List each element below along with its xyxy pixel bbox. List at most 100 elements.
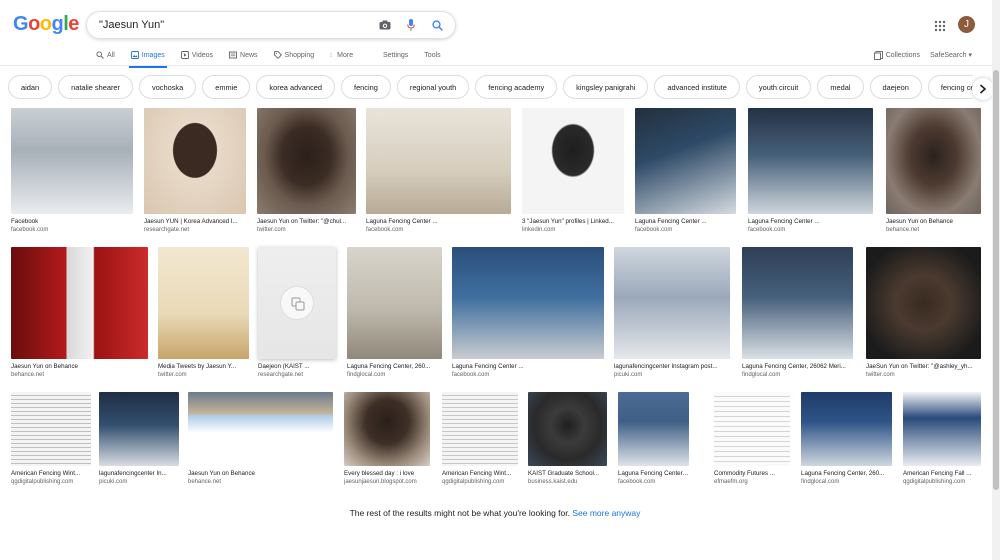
tools-link[interactable]: Tools — [424, 52, 440, 59]
page-scrollbar[interactable] — [992, 0, 1000, 560]
result-title[interactable]: Laguna Fencing Center, 260... — [801, 470, 892, 478]
related-chip[interactable]: vochoska — [139, 75, 197, 99]
result-thumbnail[interactable] — [144, 108, 246, 214]
result-title[interactable]: lagunafencingcenter Instagram post... — [614, 363, 730, 371]
scrollbar-thumb[interactable] — [993, 70, 999, 490]
related-chip[interactable]: regional youth — [396, 75, 470, 99]
result-thumbnail[interactable] — [347, 247, 442, 359]
result-title[interactable]: Jaesun YUN | Korea Advanced I... — [144, 218, 246, 226]
result-thumbnail[interactable] — [714, 392, 790, 466]
result-thumbnail[interactable] — [11, 108, 133, 214]
image-result[interactable]: Every blessed day : i love jaesunjaesun.b… — [344, 392, 430, 486]
image-result[interactable]: American Fencing Wint... qgdigitalpublish… — [442, 392, 518, 486]
result-thumbnail[interactable] — [801, 392, 892, 466]
result-title[interactable]: Laguna Fencing Center ... — [635, 218, 736, 226]
result-thumbnail[interactable] — [886, 108, 981, 214]
result-thumbnail[interactable] — [11, 247, 148, 359]
chevron-right-icon[interactable] — [972, 78, 994, 100]
related-chip[interactable]: fencing — [341, 75, 391, 99]
result-title[interactable]: Facebook — [11, 218, 133, 226]
image-result[interactable]: Jaesun YUN | Korea Advanced I... research… — [144, 108, 246, 234]
result-thumbnail[interactable] — [188, 392, 333, 466]
result-thumbnail[interactable] — [614, 247, 730, 359]
result-thumbnail[interactable] — [11, 392, 91, 466]
tab-shopping[interactable]: Shopping — [273, 48, 314, 62]
image-result[interactable]: Laguna Fencing Center ... facebook.com — [618, 392, 689, 486]
search-icon[interactable] — [429, 17, 445, 33]
search-box[interactable]: "Jaesun Yun" — [86, 11, 456, 39]
result-thumbnail[interactable] — [748, 108, 873, 214]
mic-icon[interactable] — [403, 17, 419, 33]
tab-all[interactable]: All — [96, 48, 115, 62]
result-thumbnail[interactable] — [618, 392, 689, 466]
image-result[interactable]: American Fencing Fall ... qgdigitalpublis… — [903, 392, 981, 486]
tab-news[interactable]: News — [229, 48, 258, 62]
related-chip[interactable]: daejeon — [869, 75, 922, 99]
related-chip[interactable]: medal — [817, 75, 864, 99]
image-result[interactable]: lagunafencingcenter Instagram post... pic… — [614, 247, 730, 379]
image-result[interactable]: Laguna Fencing Center, 260... findglocal.… — [347, 247, 442, 379]
result-thumbnail[interactable] — [158, 247, 249, 359]
related-chip[interactable]: kingsley panigrahi — [563, 75, 649, 99]
result-thumbnail[interactable] — [528, 392, 607, 466]
image-result[interactable]: KAIST Graduate School... business.kaist.e… — [528, 392, 607, 486]
result-title[interactable]: Jaesun Yun on Behance — [11, 363, 148, 371]
result-title[interactable]: Every blessed day : i love — [344, 470, 430, 478]
result-thumbnail[interactable] — [366, 108, 511, 214]
result-title[interactable]: Laguna Fencing Center ... — [748, 218, 873, 226]
result-thumbnail[interactable] — [258, 247, 336, 359]
result-title[interactable]: KAIST Graduate School... — [528, 470, 607, 478]
result-thumbnail[interactable] — [344, 392, 430, 466]
result-thumbnail[interactable] — [442, 392, 518, 466]
image-result[interactable]: American Fencing Wint... qgdigitalpublish… — [11, 392, 91, 486]
see-more-link[interactable]: See more anyway — [572, 508, 640, 518]
result-title[interactable]: Laguna Fencing Center ... — [366, 218, 511, 226]
related-chip[interactable]: korea advanced — [256, 75, 336, 99]
google-logo[interactable]: Google — [13, 13, 79, 36]
result-title[interactable]: lagunafencingcenter In... — [99, 470, 179, 478]
image-result[interactable]: Laguna Fencing Center, 26062 Meri... find… — [742, 247, 853, 379]
apps-grid-icon[interactable] — [934, 19, 946, 32]
settings-link[interactable]: Settings — [383, 52, 408, 59]
image-result[interactable]: 3 "Jaesun Yun" profiles | Linked... linke… — [522, 108, 624, 234]
image-result[interactable]: Media Tweets by Jaesun Y... twitter.com — [158, 247, 249, 379]
related-chip[interactable]: fencing academy — [475, 75, 558, 99]
result-title[interactable]: Jaesun Yun on Behance — [188, 470, 333, 478]
result-title[interactable]: 3 "Jaesun Yun" profiles | Linked... — [522, 218, 624, 226]
tab-more[interactable]: More — [330, 48, 353, 62]
image-result[interactable]: Laguna Fencing Center ... facebook.com — [366, 108, 511, 234]
image-result[interactable]: Laguna Fencing Center, 260... findglocal.… — [801, 392, 892, 486]
result-thumbnail[interactable] — [452, 247, 604, 359]
image-result[interactable]: Laguna Fencing Center ... facebook.com — [635, 108, 736, 234]
result-title[interactable]: American Fencing Wint... — [442, 470, 518, 478]
result-thumbnail[interactable] — [866, 247, 981, 359]
related-chip[interactable]: natalie shearer — [58, 75, 133, 99]
image-result[interactable]: Jaesun Yun on Behance behance.net — [188, 392, 333, 486]
result-title[interactable]: Jaesun Yun on Behance — [886, 218, 981, 226]
image-result[interactable]: Jaesun Yun on Behance behance.net — [11, 247, 148, 379]
result-title[interactable]: American Fencing Fall ... — [903, 470, 981, 478]
image-result[interactable]: Laguna Fencing Center ... facebook.com — [748, 108, 873, 234]
image-result[interactable]: Daejeon (KAIST ... researchgate.net — [258, 247, 336, 379]
tab-videos[interactable]: Videos — [180, 48, 213, 62]
result-title[interactable]: Laguna Fencing Center ... — [618, 470, 689, 478]
related-chip[interactable]: youth circuit — [745, 75, 812, 99]
avatar[interactable]: J — [958, 16, 975, 33]
image-result[interactable]: Commodity Futures ... efmaefm.org — [714, 392, 790, 486]
image-result[interactable]: Laguna Fencing Center ... facebook.com — [452, 247, 604, 379]
related-chip[interactable]: fencing center — [927, 75, 973, 99]
image-result[interactable]: lagunafencingcenter In... picuki.com — [99, 392, 179, 486]
result-title[interactable]: Commodity Futures ... — [714, 470, 790, 478]
result-title[interactable]: Jaesun Yun on Twitter: "@chul... — [257, 218, 356, 226]
result-title[interactable]: Laguna Fencing Center, 26062 Meri... — [742, 363, 853, 371]
result-title[interactable]: JaeSun Yun on Twitter: "@ashley_yh... — [866, 363, 981, 371]
result-thumbnail[interactable] — [903, 392, 981, 466]
result-thumbnail[interactable] — [257, 108, 356, 214]
result-title[interactable]: Laguna Fencing Center ... — [452, 363, 604, 371]
search-input[interactable]: "Jaesun Yun" — [99, 19, 367, 31]
camera-icon[interactable] — [377, 17, 393, 33]
safesearch-button[interactable]: SafeSearch ▾ — [930, 51, 972, 59]
tab-images[interactable]: Images — [128, 48, 167, 68]
collections-button[interactable]: Collections — [873, 50, 920, 60]
result-title[interactable]: Media Tweets by Jaesun Y... — [158, 363, 249, 371]
